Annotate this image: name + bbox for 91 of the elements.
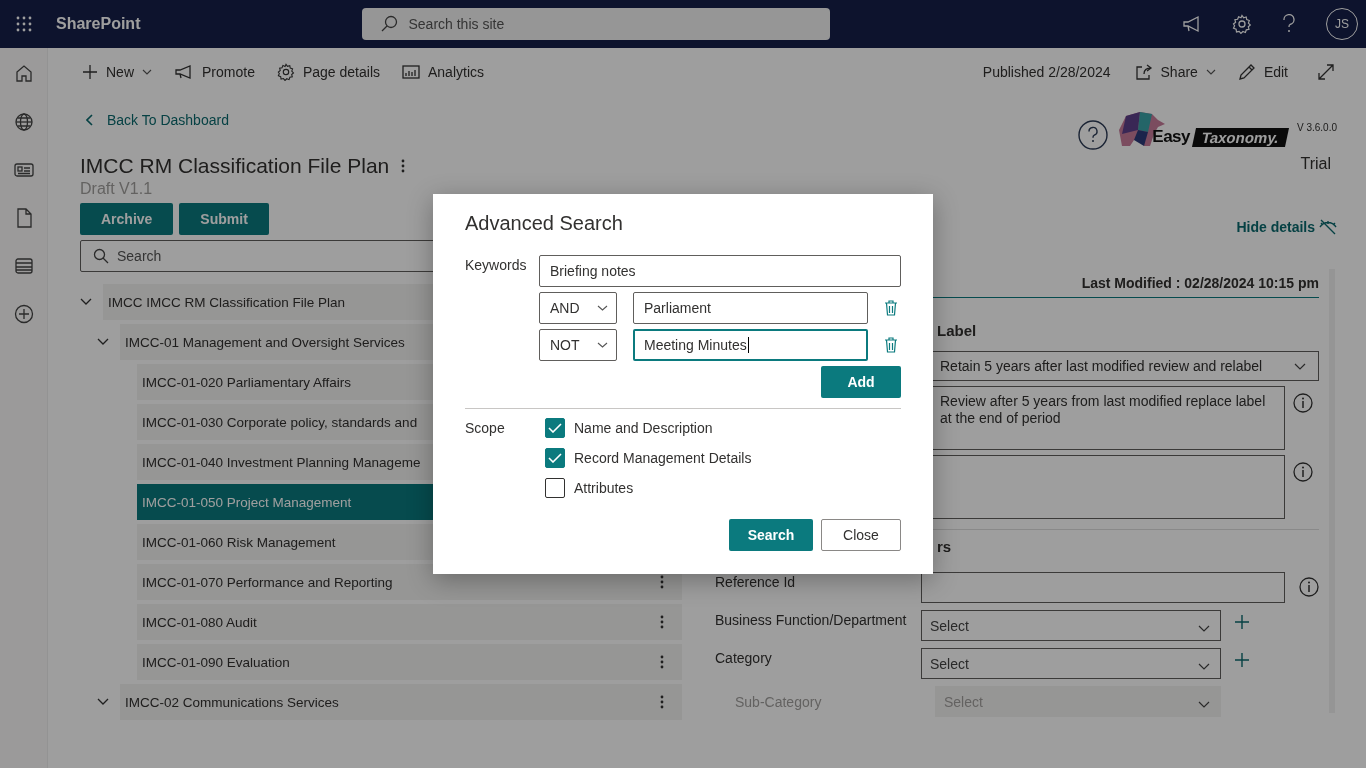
tree-item[interactable]: IMCC-02 Communications Services [120, 684, 682, 720]
field-label: Business Function/Department [715, 611, 907, 628]
chevron-down-icon [142, 69, 152, 75]
license-label: Trial [1300, 155, 1331, 173]
command-button[interactable]: Page details [276, 63, 380, 81]
close-button[interactable]: Close [821, 519, 901, 551]
hide-details-link[interactable]: Hide details [1236, 219, 1337, 235]
action-button[interactable]: Archive [80, 203, 174, 235]
more-icon[interactable] [660, 615, 664, 629]
checkbox[interactable] [545, 448, 565, 468]
field-label: Reference Id [715, 573, 797, 590]
search-button[interactable]: Search [729, 519, 813, 551]
checkbox[interactable] [545, 478, 565, 498]
select-dropdown[interactable]: Select [921, 610, 1221, 641]
chevron-down-icon [1198, 662, 1210, 670]
plus-icon [82, 64, 98, 80]
home-icon[interactable] [13, 63, 34, 83]
tree-item[interactable]: IMCC-01-090 Evaluation [137, 644, 682, 680]
chevron-icon[interactable] [97, 698, 109, 706]
settings-icon[interactable] [1232, 14, 1252, 34]
chart-icon [402, 64, 420, 80]
document-icon[interactable] [15, 208, 32, 228]
keyword-field[interactable]: Meeting Minutes [633, 329, 868, 361]
plus-icon[interactable] [1235, 615, 1249, 629]
app-launcher-icon[interactable] [16, 16, 32, 32]
trash-icon[interactable] [884, 337, 898, 353]
command-button[interactable]: Share [1134, 64, 1216, 80]
site-search-field[interactable]: Search this site [362, 8, 831, 40]
page-title: IMCC RM Classification File Plan [80, 154, 390, 178]
chevron-down-icon [1198, 624, 1210, 632]
command-button[interactable]: New [82, 64, 152, 80]
info-icon[interactable] [1293, 393, 1313, 413]
share-icon [1134, 64, 1153, 80]
chevron-down-icon [1198, 700, 1210, 708]
section-heading: Label [937, 322, 978, 339]
action-button[interactable]: Submit [179, 203, 269, 235]
globe-icon[interactable] [13, 112, 34, 132]
megaphone-icon [174, 64, 194, 80]
more-icon[interactable] [660, 695, 664, 709]
checkbox[interactable] [545, 418, 565, 438]
operator-dropdown[interactable]: NOT [539, 329, 617, 361]
logo-text: Easy [1152, 127, 1190, 147]
field-label: Sub-Category [734, 693, 823, 710]
operator-dropdown[interactable]: AND [539, 292, 617, 324]
info-icon[interactable] [1299, 577, 1319, 597]
keyword-field[interactable]: Parliament [633, 292, 868, 324]
command-button[interactable]: Analytics [402, 64, 485, 80]
info-icon[interactable] [1293, 462, 1313, 482]
text-field[interactable] [921, 572, 1285, 603]
checkmark-icon [548, 453, 562, 463]
select-dropdown[interactable]: Select [921, 648, 1221, 679]
add-icon[interactable] [13, 304, 34, 324]
chevron-icon[interactable] [97, 338, 109, 346]
search-icon [380, 15, 399, 33]
keywords-label: Keywords [465, 256, 528, 275]
checkmark-icon [548, 423, 562, 433]
chevron-icon[interactable] [80, 298, 92, 306]
news-icon[interactable] [13, 161, 34, 179]
search-icon [93, 248, 109, 264]
more-icon[interactable] [401, 159, 406, 173]
eye-off-icon [1319, 219, 1337, 235]
version-number: V 3.6.0.0 [1296, 122, 1337, 133]
tree-item[interactable]: IMCC-01-080 Audit [137, 604, 682, 640]
gear-icon [276, 63, 295, 81]
plus-icon[interactable] [1235, 653, 1249, 667]
pencil-icon [1237, 63, 1256, 81]
more-icon[interactable] [660, 655, 664, 669]
help-icon[interactable] [1282, 14, 1296, 34]
logo-text: Taxonomy. [1192, 128, 1289, 147]
published-date: Published 2/28/2024 [982, 64, 1111, 80]
command-button[interactable]: Promote [174, 64, 255, 80]
list-icon[interactable] [13, 257, 34, 275]
chevron-down-icon [597, 305, 608, 311]
field-label: Category [715, 649, 773, 666]
app-name[interactable]: SharePoint [56, 15, 141, 33]
more-icon[interactable] [660, 575, 664, 589]
back-link[interactable]: Back To Dashboard [86, 112, 690, 128]
version-label: Draft V1.1 [80, 180, 154, 198]
chevron-down-icon [1294, 362, 1306, 370]
command-button[interactable]: Edit [1237, 63, 1288, 81]
chevron-left-icon [86, 114, 94, 126]
scope-label: Scope [465, 419, 506, 438]
keyword-field[interactable]: Briefing notes [539, 255, 901, 287]
dialog-title: Advanced Search [465, 212, 624, 235]
chevron-down-icon [1205, 69, 1216, 75]
expand-icon[interactable] [1318, 64, 1334, 80]
megaphone-icon[interactable] [1182, 15, 1202, 33]
help-icon[interactable] [1078, 120, 1109, 150]
trash-icon[interactable] [884, 300, 898, 316]
add-button[interactable]: Add [821, 366, 901, 398]
chevron-down-icon [597, 342, 608, 348]
